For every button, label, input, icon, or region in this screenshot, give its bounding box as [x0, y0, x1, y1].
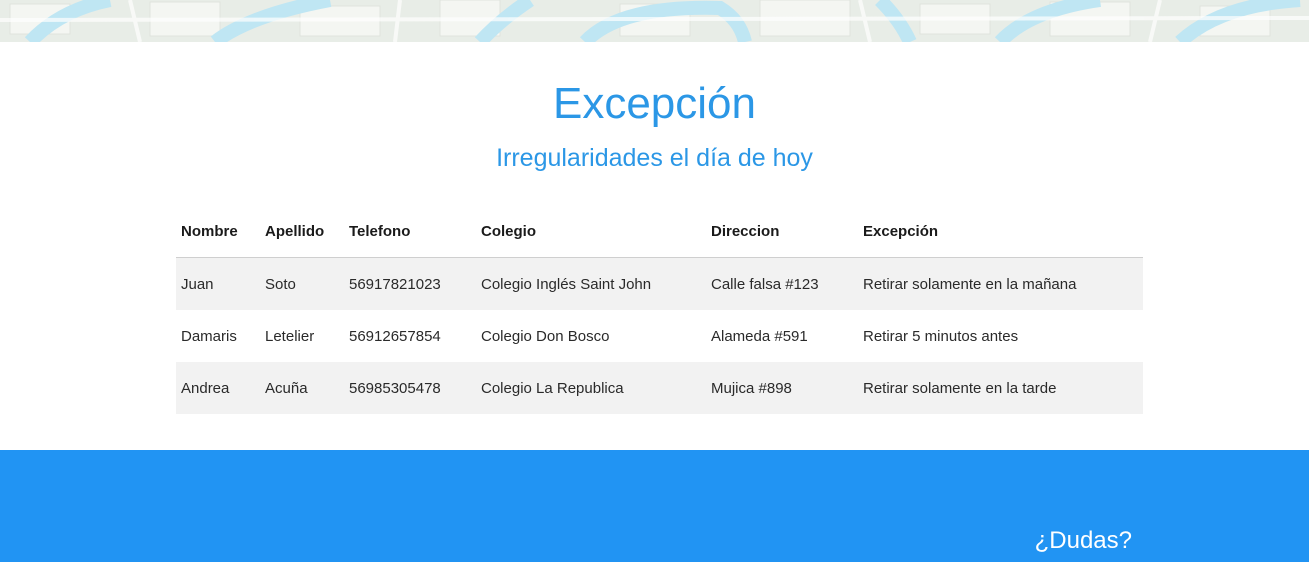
cell-apellido: Soto	[265, 275, 296, 293]
page-subtitle: Irregularidades el día de hoy	[496, 144, 813, 172]
footer-help-heading: ¿Dudas?	[1034, 527, 1132, 554]
column-header-direccion: Direccion	[706, 205, 858, 258]
column-header-apellido: Apellido	[260, 205, 344, 258]
table-body: Juan Soto 56917821023 Colegio Inglés Sai…	[176, 257, 1143, 414]
table-row: Damaris Letelier 56912657854 Colegio Don…	[176, 310, 1143, 362]
cell-excepcion: Retirar 5 minutos antes	[863, 327, 1019, 345]
cell-apellido: Acuña	[265, 379, 308, 397]
cell-telefono: 56917821023	[349, 275, 441, 293]
page-title: Excepción	[552, 79, 756, 128]
table-header-row: Nombre Apellido Telefono Colegio Direcci…	[176, 205, 1143, 258]
cell-telefono: 56912657854	[349, 327, 441, 345]
map-banner-image	[0, 0, 1309, 42]
column-header-telefono: Telefono	[344, 205, 476, 258]
cell-excepcion: Retirar solamente en la mañana	[863, 275, 1077, 293]
cell-colegio: Colegio Don Bosco	[481, 327, 610, 345]
cell-colegio: Colegio La Republica	[481, 379, 624, 397]
table-header: Nombre Apellido Telefono Colegio Direcci…	[176, 205, 1143, 258]
column-header-excepcion: Excepción	[858, 205, 1143, 258]
cell-apellido: Letelier	[265, 327, 315, 345]
cell-nombre: Andrea	[181, 379, 230, 397]
map-illustration	[0, 0, 1309, 42]
exceptions-table: Nombre Apellido Telefono Colegio Direcci…	[176, 205, 1143, 414]
exceptions-table-container: Nombre Apellido Telefono Colegio Direcci…	[176, 205, 1143, 414]
cell-telefono: 56985305478	[349, 379, 441, 397]
table-row: Andrea Acuña 56985305478 Colegio La Repu…	[176, 362, 1143, 414]
table-row: Juan Soto 56917821023 Colegio Inglés Sai…	[176, 257, 1143, 310]
cell-direccion: Alameda #591	[711, 327, 808, 345]
column-header-colegio: Colegio	[476, 205, 706, 258]
cell-nombre: Juan	[181, 275, 214, 293]
cell-nombre: Damaris	[181, 327, 237, 345]
cell-direccion: Mujica #898	[711, 379, 792, 397]
column-header-nombre: Nombre	[176, 205, 260, 258]
footer: ¿Dudas?	[0, 450, 1309, 562]
cell-direccion: Calle falsa #123	[711, 275, 819, 293]
cell-colegio: Colegio Inglés Saint John	[481, 275, 652, 293]
cell-excepcion: Retirar solamente en la tarde	[863, 379, 1057, 397]
